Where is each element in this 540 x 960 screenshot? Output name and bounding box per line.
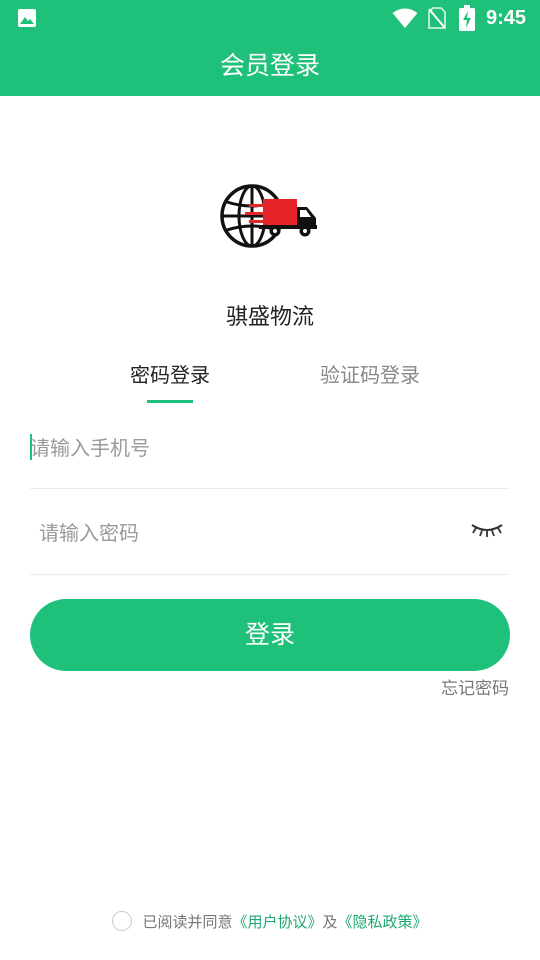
- page-title: 会员登录: [219, 51, 320, 80]
- forgot-password-link[interactable]: 忘记密码: [441, 677, 509, 701]
- active-tab-indicator: [147, 400, 193, 403]
- phone-field[interactable]: [30, 418, 510, 478]
- agreement-prefix: 已阅读并同意: [142, 913, 233, 931]
- tab-password-login[interactable]: 密码登录: [110, 358, 230, 392]
- divider: [30, 574, 510, 575]
- divider: [30, 488, 510, 489]
- wifi-icon: [392, 8, 418, 28]
- status-time: 9:45: [486, 7, 527, 29]
- app-bar: 会员登录: [0, 36, 540, 96]
- user-agreement-link[interactable]: 《用户协议》: [232, 913, 322, 931]
- tab-sms-login[interactable]: 验证码登录: [300, 358, 440, 392]
- phone-input[interactable]: [30, 418, 450, 478]
- agreement-checkbox[interactable]: [112, 910, 133, 931]
- status-bar: 9:45: [0, 0, 540, 36]
- agreement-row: 已阅读并同意《用户协议》及《隐私政策》: [0, 909, 540, 935]
- login-button[interactable]: 登录: [30, 599, 510, 671]
- brand-name: 骐盛物流: [225, 305, 314, 330]
- text-cursor: [30, 434, 32, 460]
- gallery-icon: [18, 9, 36, 27]
- agreement-conjunction: 及: [322, 913, 338, 931]
- password-field[interactable]: [30, 503, 510, 563]
- eye-closed-icon[interactable]: [470, 519, 504, 539]
- battery-charging-icon: [459, 5, 475, 31]
- privacy-policy-link[interactable]: 《隐私政策》: [338, 913, 428, 931]
- no-sim-icon: [428, 7, 446, 29]
- globe-truck-logo: [220, 184, 317, 248]
- password-input[interactable]: [39, 503, 459, 563]
